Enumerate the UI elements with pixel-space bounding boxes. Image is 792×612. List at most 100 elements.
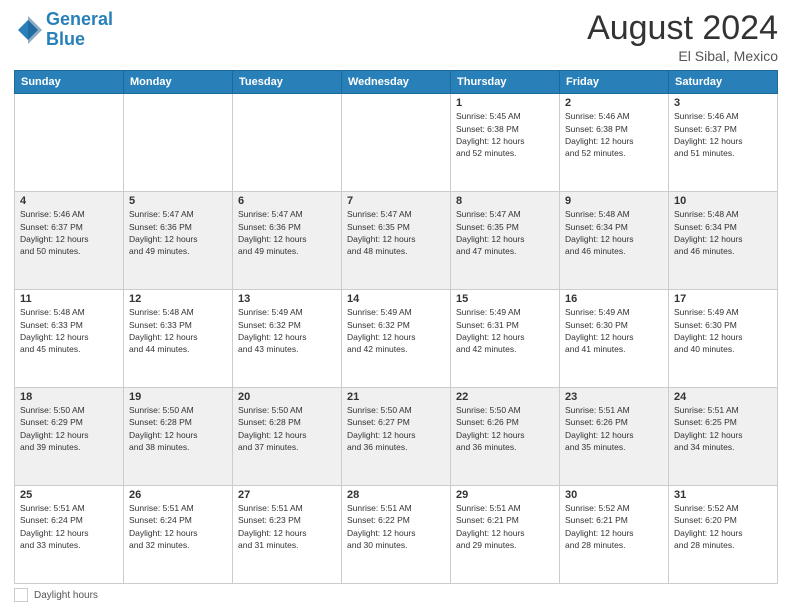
calendar-week-2: 11Sunrise: 5:48 AM Sunset: 6:33 PM Dayli… xyxy=(15,290,778,388)
day-number: 22 xyxy=(456,391,554,403)
calendar-cell: 29Sunrise: 5:51 AM Sunset: 6:21 PM Dayli… xyxy=(451,486,560,584)
day-number: 1 xyxy=(456,97,554,109)
day-info: Sunrise: 5:49 AM Sunset: 6:31 PM Dayligh… xyxy=(456,306,554,355)
day-number: 30 xyxy=(565,489,663,501)
day-number: 12 xyxy=(129,293,227,305)
calendar-cell: 8Sunrise: 5:47 AM Sunset: 6:35 PM Daylig… xyxy=(451,192,560,290)
calendar-cell: 26Sunrise: 5:51 AM Sunset: 6:24 PM Dayli… xyxy=(124,486,233,584)
calendar-cell xyxy=(15,94,124,192)
subtitle: El Sibal, Mexico xyxy=(587,48,778,64)
day-number: 29 xyxy=(456,489,554,501)
day-info: Sunrise: 5:46 AM Sunset: 6:37 PM Dayligh… xyxy=(20,208,118,257)
calendar-cell: 11Sunrise: 5:48 AM Sunset: 6:33 PM Dayli… xyxy=(15,290,124,388)
calendar-week-4: 25Sunrise: 5:51 AM Sunset: 6:24 PM Dayli… xyxy=(15,486,778,584)
day-number: 4 xyxy=(20,195,118,207)
calendar-cell: 7Sunrise: 5:47 AM Sunset: 6:35 PM Daylig… xyxy=(342,192,451,290)
calendar-cell xyxy=(124,94,233,192)
day-info: Sunrise: 5:49 AM Sunset: 6:32 PM Dayligh… xyxy=(238,306,336,355)
calendar-cell: 21Sunrise: 5:50 AM Sunset: 6:27 PM Dayli… xyxy=(342,388,451,486)
calendar-header-friday: Friday xyxy=(560,71,669,94)
day-number: 7 xyxy=(347,195,445,207)
day-number: 15 xyxy=(456,293,554,305)
calendar-cell: 2Sunrise: 5:46 AM Sunset: 6:38 PM Daylig… xyxy=(560,94,669,192)
day-number: 26 xyxy=(129,489,227,501)
day-number: 2 xyxy=(565,97,663,109)
day-info: Sunrise: 5:50 AM Sunset: 6:28 PM Dayligh… xyxy=(238,404,336,453)
logo-general: General xyxy=(46,10,113,30)
day-info: Sunrise: 5:52 AM Sunset: 6:20 PM Dayligh… xyxy=(674,502,772,551)
calendar-cell: 5Sunrise: 5:47 AM Sunset: 6:36 PM Daylig… xyxy=(124,192,233,290)
day-info: Sunrise: 5:50 AM Sunset: 6:27 PM Dayligh… xyxy=(347,404,445,453)
day-info: Sunrise: 5:46 AM Sunset: 6:38 PM Dayligh… xyxy=(565,110,663,159)
title-block: August 2024 El Sibal, Mexico xyxy=(587,10,778,64)
calendar-cell: 16Sunrise: 5:49 AM Sunset: 6:30 PM Dayli… xyxy=(560,290,669,388)
day-info: Sunrise: 5:50 AM Sunset: 6:28 PM Dayligh… xyxy=(129,404,227,453)
day-number: 20 xyxy=(238,391,336,403)
calendar-header-saturday: Saturday xyxy=(669,71,778,94)
day-number: 24 xyxy=(674,391,772,403)
day-info: Sunrise: 5:47 AM Sunset: 6:36 PM Dayligh… xyxy=(238,208,336,257)
calendar-header-monday: Monday xyxy=(124,71,233,94)
day-number: 11 xyxy=(20,293,118,305)
day-number: 31 xyxy=(674,489,772,501)
footer-label: Daylight hours xyxy=(34,590,98,601)
day-info: Sunrise: 5:51 AM Sunset: 6:26 PM Dayligh… xyxy=(565,404,663,453)
day-number: 13 xyxy=(238,293,336,305)
calendar-cell: 25Sunrise: 5:51 AM Sunset: 6:24 PM Dayli… xyxy=(15,486,124,584)
calendar-cell: 24Sunrise: 5:51 AM Sunset: 6:25 PM Dayli… xyxy=(669,388,778,486)
day-info: Sunrise: 5:48 AM Sunset: 6:34 PM Dayligh… xyxy=(674,208,772,257)
day-info: Sunrise: 5:47 AM Sunset: 6:36 PM Dayligh… xyxy=(129,208,227,257)
calendar-cell: 19Sunrise: 5:50 AM Sunset: 6:28 PM Dayli… xyxy=(124,388,233,486)
day-info: Sunrise: 5:47 AM Sunset: 6:35 PM Dayligh… xyxy=(456,208,554,257)
calendar-cell: 10Sunrise: 5:48 AM Sunset: 6:34 PM Dayli… xyxy=(669,192,778,290)
calendar-cell: 13Sunrise: 5:49 AM Sunset: 6:32 PM Dayli… xyxy=(233,290,342,388)
calendar-cell: 23Sunrise: 5:51 AM Sunset: 6:26 PM Dayli… xyxy=(560,388,669,486)
logo-text: General Blue xyxy=(46,10,113,50)
day-number: 16 xyxy=(565,293,663,305)
day-info: Sunrise: 5:47 AM Sunset: 6:35 PM Dayligh… xyxy=(347,208,445,257)
calendar-week-1: 4Sunrise: 5:46 AM Sunset: 6:37 PM Daylig… xyxy=(15,192,778,290)
day-number: 23 xyxy=(565,391,663,403)
logo: General Blue xyxy=(14,10,113,50)
header: General Blue August 2024 El Sibal, Mexic… xyxy=(14,10,778,64)
day-info: Sunrise: 5:49 AM Sunset: 6:30 PM Dayligh… xyxy=(674,306,772,355)
calendar-cell xyxy=(233,94,342,192)
day-info: Sunrise: 5:51 AM Sunset: 6:24 PM Dayligh… xyxy=(20,502,118,551)
calendar-header-wednesday: Wednesday xyxy=(342,71,451,94)
day-info: Sunrise: 5:50 AM Sunset: 6:26 PM Dayligh… xyxy=(456,404,554,453)
calendar-cell: 14Sunrise: 5:49 AM Sunset: 6:32 PM Dayli… xyxy=(342,290,451,388)
calendar-cell: 31Sunrise: 5:52 AM Sunset: 6:20 PM Dayli… xyxy=(669,486,778,584)
calendar-week-3: 18Sunrise: 5:50 AM Sunset: 6:29 PM Dayli… xyxy=(15,388,778,486)
calendar-cell: 9Sunrise: 5:48 AM Sunset: 6:34 PM Daylig… xyxy=(560,192,669,290)
day-info: Sunrise: 5:45 AM Sunset: 6:38 PM Dayligh… xyxy=(456,110,554,159)
calendar-header-thursday: Thursday xyxy=(451,71,560,94)
page: General Blue August 2024 El Sibal, Mexic… xyxy=(0,0,792,612)
day-info: Sunrise: 5:49 AM Sunset: 6:30 PM Dayligh… xyxy=(565,306,663,355)
day-number: 3 xyxy=(674,97,772,109)
calendar-cell: 1Sunrise: 5:45 AM Sunset: 6:38 PM Daylig… xyxy=(451,94,560,192)
calendar-cell: 3Sunrise: 5:46 AM Sunset: 6:37 PM Daylig… xyxy=(669,94,778,192)
day-info: Sunrise: 5:48 AM Sunset: 6:34 PM Dayligh… xyxy=(565,208,663,257)
day-number: 17 xyxy=(674,293,772,305)
day-number: 27 xyxy=(238,489,336,501)
day-info: Sunrise: 5:51 AM Sunset: 6:23 PM Dayligh… xyxy=(238,502,336,551)
calendar-cell: 20Sunrise: 5:50 AM Sunset: 6:28 PM Dayli… xyxy=(233,388,342,486)
calendar-cell: 17Sunrise: 5:49 AM Sunset: 6:30 PM Dayli… xyxy=(669,290,778,388)
calendar-cell: 4Sunrise: 5:46 AM Sunset: 6:37 PM Daylig… xyxy=(15,192,124,290)
calendar-cell xyxy=(342,94,451,192)
footer: Daylight hours xyxy=(14,588,778,602)
day-number: 10 xyxy=(674,195,772,207)
day-info: Sunrise: 5:49 AM Sunset: 6:32 PM Dayligh… xyxy=(347,306,445,355)
calendar-week-0: 1Sunrise: 5:45 AM Sunset: 6:38 PM Daylig… xyxy=(15,94,778,192)
day-number: 8 xyxy=(456,195,554,207)
calendar-cell: 15Sunrise: 5:49 AM Sunset: 6:31 PM Dayli… xyxy=(451,290,560,388)
day-info: Sunrise: 5:50 AM Sunset: 6:29 PM Dayligh… xyxy=(20,404,118,453)
calendar-cell: 30Sunrise: 5:52 AM Sunset: 6:21 PM Dayli… xyxy=(560,486,669,584)
calendar-header-sunday: Sunday xyxy=(15,71,124,94)
day-number: 21 xyxy=(347,391,445,403)
day-info: Sunrise: 5:52 AM Sunset: 6:21 PM Dayligh… xyxy=(565,502,663,551)
calendar-cell: 22Sunrise: 5:50 AM Sunset: 6:26 PM Dayli… xyxy=(451,388,560,486)
day-number: 19 xyxy=(129,391,227,403)
footer-box xyxy=(14,588,28,602)
day-info: Sunrise: 5:51 AM Sunset: 6:21 PM Dayligh… xyxy=(456,502,554,551)
